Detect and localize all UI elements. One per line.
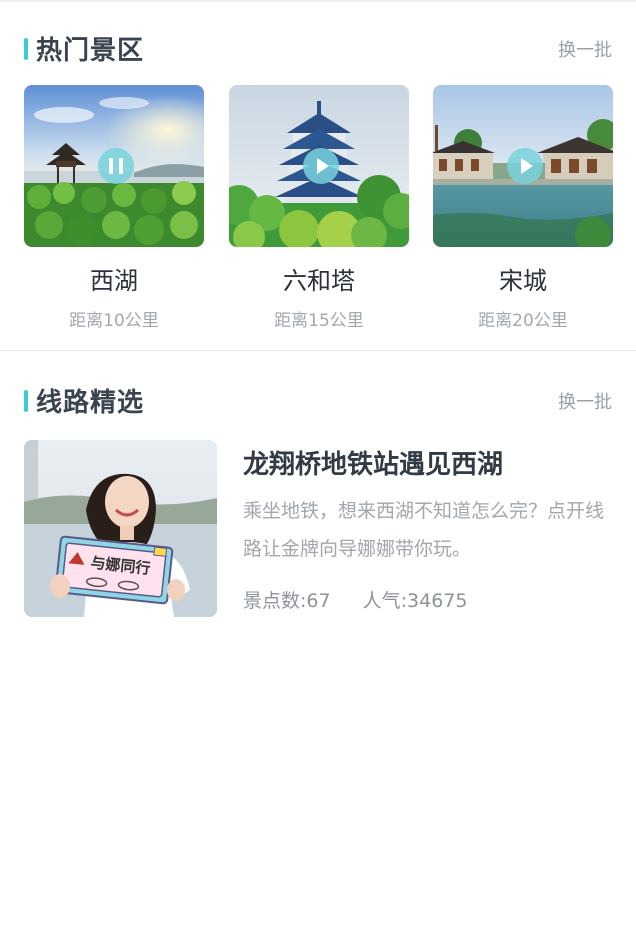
route-popularity: 人气:34675 xyxy=(362,590,468,612)
pause-icon[interactable] xyxy=(98,148,134,184)
hot-spots-title: 热门景区 xyxy=(36,36,145,66)
play-icon[interactable] xyxy=(507,148,543,184)
spot-name: 六和塔 xyxy=(283,267,355,295)
spot-distance: 距离15公里 xyxy=(274,311,364,331)
spot-distance: 距离20公里 xyxy=(478,311,568,331)
guide-photo: 与娜同行 xyxy=(24,440,217,617)
route-meta: 景点数:67 人气:34675 xyxy=(243,586,493,613)
hot-spots-refresh-button[interactable]: 换一批 xyxy=(558,36,612,62)
spot-image-xihu[interactable] xyxy=(24,85,204,247)
routes-header: 线路精选 换一批 xyxy=(0,380,636,420)
section-accent-bar xyxy=(24,390,28,412)
routes-title: 线路精选 xyxy=(36,388,145,418)
route-spots-count: 景点数:67 xyxy=(243,590,331,612)
spot-image-songcheng[interactable] xyxy=(433,85,613,247)
section-accent-bar xyxy=(24,38,28,60)
route-image[interactable]: 与娜同行 xyxy=(24,440,217,617)
spot-distance: 距离10公里 xyxy=(69,311,159,331)
spot-name: 西湖 xyxy=(90,267,138,295)
route-title[interactable]: 龙翔桥地铁站遇见西湖 xyxy=(243,444,503,481)
spot-image-liuheta[interactable] xyxy=(229,85,409,247)
spot-card-liuheta[interactable]: 六和塔 距离15公里 xyxy=(229,85,409,331)
play-icon[interactable] xyxy=(303,148,339,184)
spot-card-songcheng[interactable]: 宋城 距离20公里 xyxy=(433,85,613,331)
spot-card-xihu[interactable]: 西湖 距离10公里 xyxy=(24,85,204,331)
top-divider xyxy=(0,0,636,2)
section-divider xyxy=(0,350,636,351)
hot-spots-header: 热门景区 换一批 xyxy=(0,28,636,68)
routes-refresh-button[interactable]: 换一批 xyxy=(558,388,612,414)
route-description: 乘坐地铁，想来西湖不知道怎么完？点开线路让金牌向导娜娜带你玩。 xyxy=(243,500,605,560)
spot-name: 宋城 xyxy=(499,267,547,295)
